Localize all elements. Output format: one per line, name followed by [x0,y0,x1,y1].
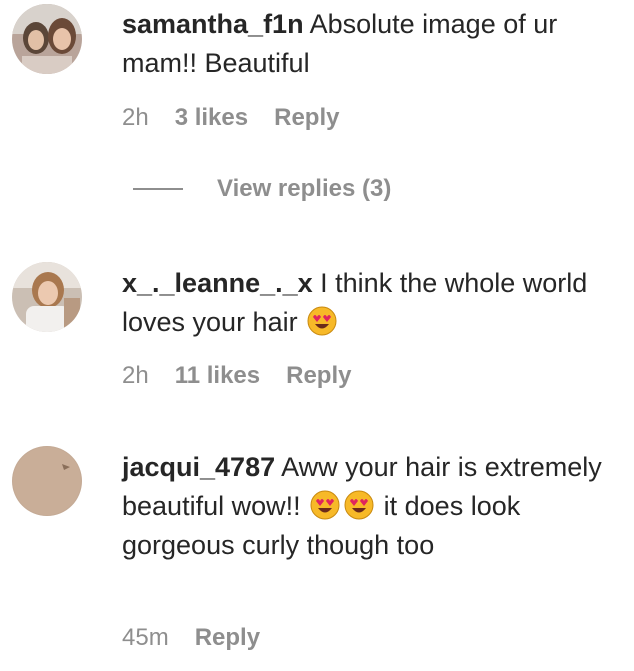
avatar-image [12,262,82,332]
comment-meta: 2h 11 likes Reply [122,362,351,390]
comment-text: x_._leanne_._x I think the whole world l… [122,264,612,342]
comment-username[interactable]: jacqui_4787 [122,452,275,482]
reply-button[interactable]: Reply [286,362,351,390]
avatar[interactable] [12,4,82,74]
comment-username[interactable]: samantha_f1n [122,9,304,39]
comment-time: 45m [122,624,169,651]
comment-time: 2h [122,362,149,389]
view-replies-label: View replies (3) [217,175,392,202]
avatar[interactable] [12,262,82,332]
comment-likes[interactable]: 3 likes [175,104,248,132]
avatar-image [12,4,82,74]
avatar-image [12,446,82,516]
reply-button[interactable]: Reply [274,104,339,132]
heart-eyes-emoji-icon [344,490,374,520]
view-replies-line [133,188,183,190]
heart-eyes-emoji-icon [307,306,337,336]
heart-eyes-emoji-icon [310,490,340,520]
comment-meta: 2h 3 likes Reply [122,104,339,132]
comment-username[interactable]: x_._leanne_._x [122,268,313,298]
comment-meta: 45m Reply [122,624,260,652]
reply-button[interactable]: Reply [195,624,260,652]
comment-text: jacqui_4787 Aww your hair is extremely b… [122,448,612,565]
comment-likes[interactable]: 11 likes [175,362,260,390]
comment-text: samantha_f1n Absolute image of ur mam!! … [122,5,612,83]
comment-time: 2h [122,104,149,131]
avatar[interactable] [12,446,82,516]
view-replies-button[interactable]: View replies (3) [133,175,391,203]
